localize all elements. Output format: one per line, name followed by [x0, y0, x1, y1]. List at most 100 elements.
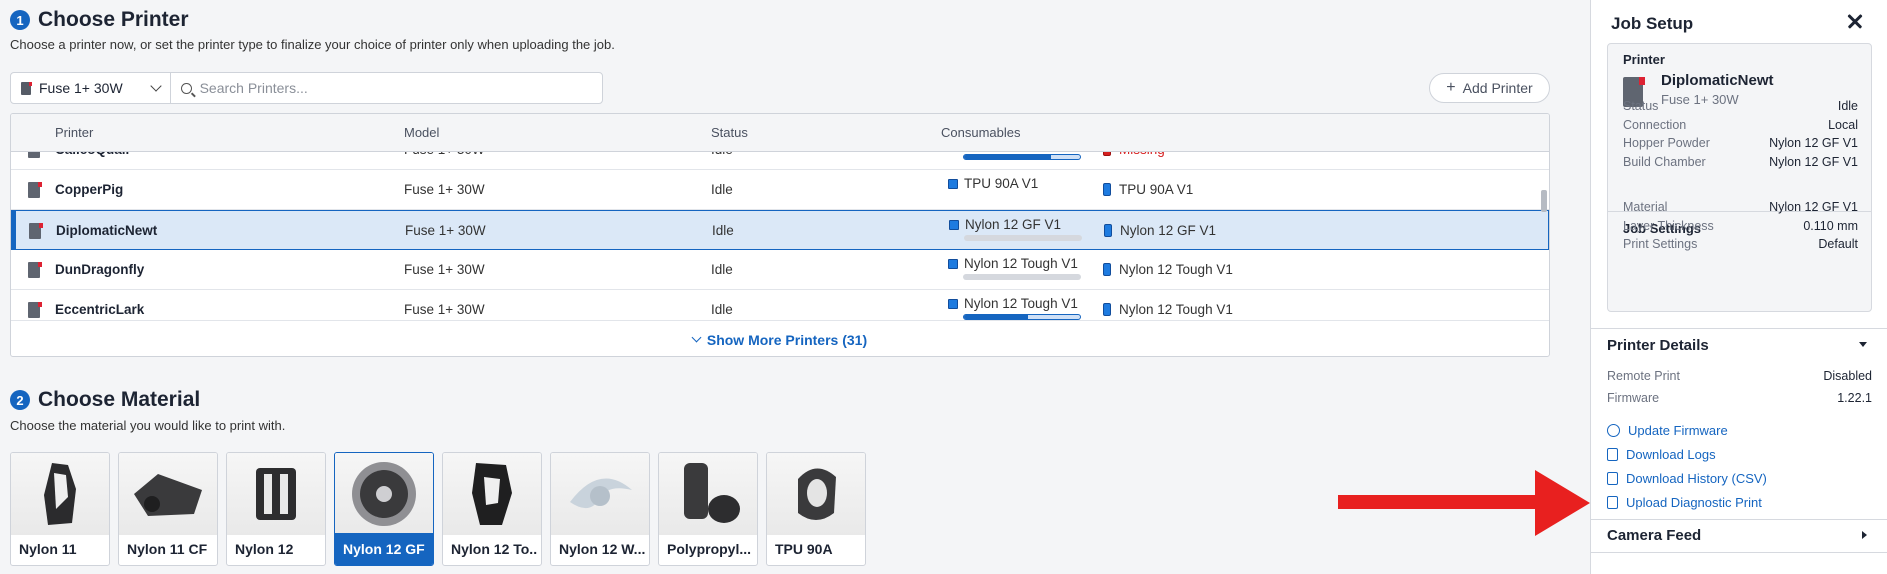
hopper-powder: Nylon 12 Tough V1	[948, 296, 1078, 311]
material-card[interactable]: Polypropyl...	[658, 452, 758, 566]
table-row[interactable]: CopperPig Fuse 1+ 30W Idle TPU 90A V1 TPU 90…	[11, 170, 1549, 210]
material-image	[119, 453, 217, 535]
table-rows: CalicoQuail Fuse 1+ 30W Idle Missing CopperP…	[11, 152, 1549, 320]
info-key: Hopper Powder	[1623, 136, 1710, 150]
header-model: Model	[404, 125, 440, 140]
printer-status: Idle	[711, 152, 733, 157]
step-2-subtitle: Choose the material you would like to pr…	[10, 418, 286, 433]
job-setup-panel: Job Setup Printer DiplomaticNewt Fuse 1+…	[1590, 0, 1887, 574]
table-row[interactable]: EccentricLark Fuse 1+ 30W Idle Nylon 12 Tou…	[11, 290, 1549, 320]
cartridge-icon	[1103, 263, 1111, 276]
printer-model: Fuse 1+ 30W	[404, 152, 485, 157]
build-chamber-label: Missing	[1119, 152, 1165, 157]
show-more-printers-button[interactable]: Show More Printers (31)	[11, 320, 1549, 356]
material-label: Nylon 12 To...	[451, 541, 537, 557]
printer-type-select[interactable]: Fuse 1+ 30W	[11, 73, 171, 103]
printer-name: EccentricLark	[55, 302, 145, 317]
material-label: TPU 90A	[775, 541, 833, 557]
build-chamber: Nylon 12 Tough V1	[1103, 302, 1233, 317]
add-printer-button[interactable]: + Add Printer	[1429, 73, 1550, 103]
caret-down-icon	[1859, 342, 1867, 347]
info-value: Nylon 12 GF V1	[1769, 154, 1858, 169]
printer-status: Idle	[712, 223, 734, 238]
search-input[interactable]	[199, 80, 592, 96]
info-row: Build Chamber Nylon 12 GF V1	[1623, 155, 1858, 169]
material-card[interactable]: Nylon 12 GF	[334, 452, 434, 566]
step-2-header: 2 Choose Material	[10, 388, 200, 412]
printer-icon	[28, 182, 42, 198]
header-printer: Printer	[55, 125, 94, 140]
scrollbar-thumb[interactable]	[1541, 190, 1547, 212]
printer-table: Printer Model Status Consumables CalicoQ…	[10, 113, 1550, 357]
material-card[interactable]: Nylon 11 CF	[118, 452, 218, 566]
camera-feed-title: Camera Feed	[1607, 527, 1702, 544]
printer-status: Idle	[711, 182, 733, 197]
printer-section-title: Printer	[1623, 52, 1665, 67]
download-history-link[interactable]: Download History (CSV)	[1607, 471, 1767, 486]
step-1-header: 1 Choose Printer	[10, 8, 189, 32]
printer-model: Fuse 1+ 30W	[404, 302, 485, 317]
upload-icon	[1607, 496, 1618, 509]
build-chamber: TPU 90A V1	[1103, 182, 1193, 197]
material-card[interactable]: Nylon 12 W...	[550, 452, 650, 566]
table-scrollbar[interactable]	[1541, 152, 1547, 320]
printer-details-toggle[interactable]: Printer Details	[1607, 337, 1872, 354]
printer-type-value: Fuse 1+ 30W	[39, 80, 123, 96]
info-key: Material	[1623, 200, 1668, 214]
info-row: Hopper Powder Nylon 12 GF V1	[1623, 136, 1858, 150]
build-chamber: Nylon 12 Tough V1	[1103, 262, 1233, 277]
build-chamber-label: TPU 90A V1	[1119, 182, 1194, 197]
update-firmware-link[interactable]: Update Firmware	[1607, 423, 1728, 438]
info-key: Print Settings	[1623, 237, 1698, 251]
table-row[interactable]: DiplomaticNewt Fuse 1+ 30W Idle Nylon 12 GF…	[11, 210, 1549, 250]
powder-level-bar	[963, 274, 1081, 280]
printer-icon	[28, 262, 42, 278]
upload-diagnostic-print-link[interactable]: Upload Diagnostic Print	[1607, 495, 1762, 510]
info-key: Build Chamber	[1623, 154, 1706, 169]
table-header: Printer Model Status Consumables	[11, 114, 1549, 152]
printer-model: Fuse 1+ 30W	[404, 262, 485, 277]
printer-name: DiplomaticNewt	[56, 223, 158, 238]
table-row[interactable]: CalicoQuail Fuse 1+ 30W Idle Missing	[11, 152, 1549, 170]
divider	[1591, 552, 1887, 553]
powder-icon	[948, 178, 958, 189]
refresh-icon	[1607, 424, 1620, 437]
search-box	[171, 73, 602, 103]
powder-icon	[948, 258, 958, 269]
info-key: Connection	[1623, 117, 1687, 132]
material-image	[443, 453, 541, 535]
add-printer-label: Add Printer	[1462, 80, 1533, 96]
caret-right-icon	[1862, 531, 1867, 539]
material-label: Nylon 11	[19, 541, 77, 557]
table-row[interactable]: DunDragonfly Fuse 1+ 30W Idle Nylon 12 Toug…	[11, 250, 1549, 290]
info-value: Nylon 12 GF V1	[1769, 136, 1858, 150]
hopper-powder-label: Nylon 12 Tough V1	[964, 296, 1078, 311]
printer-icon	[21, 81, 32, 95]
material-card[interactable]: Nylon 11	[10, 452, 110, 566]
link-label: Update Firmware	[1628, 423, 1728, 438]
powder-level-bar	[963, 154, 1081, 160]
material-image	[11, 453, 109, 535]
printer-toolbar: Fuse 1+ 30W	[10, 72, 603, 104]
download-icon	[1607, 472, 1618, 485]
info-value: 1.22.1	[1837, 390, 1872, 405]
material-card[interactable]: Nylon 12 To...	[442, 452, 542, 566]
cartridge-icon	[1103, 183, 1111, 196]
material-image	[767, 453, 865, 535]
info-key: Layer Thickness	[1623, 218, 1714, 233]
cartridge-icon	[1103, 152, 1111, 156]
printer-model: Fuse 1+ 30W	[405, 223, 486, 238]
material-card[interactable]: Nylon 12	[226, 452, 326, 566]
build-chamber: Missing	[1103, 152, 1165, 157]
camera-feed-toggle[interactable]: Camera Feed	[1607, 527, 1872, 544]
close-icon[interactable]	[1844, 10, 1866, 32]
info-row: Layer Thickness 0.110 mm	[1623, 219, 1858, 233]
material-card[interactable]: TPU 90A	[766, 452, 866, 566]
material-label: Nylon 12	[235, 541, 294, 557]
link-label: Download Logs	[1626, 447, 1716, 462]
download-logs-link[interactable]: Download Logs	[1607, 447, 1716, 462]
header-status: Status	[711, 125, 748, 140]
divider	[1591, 328, 1887, 329]
build-chamber-label: Nylon 12 Tough V1	[1119, 302, 1233, 317]
info-value: Disabled	[1823, 369, 1872, 383]
